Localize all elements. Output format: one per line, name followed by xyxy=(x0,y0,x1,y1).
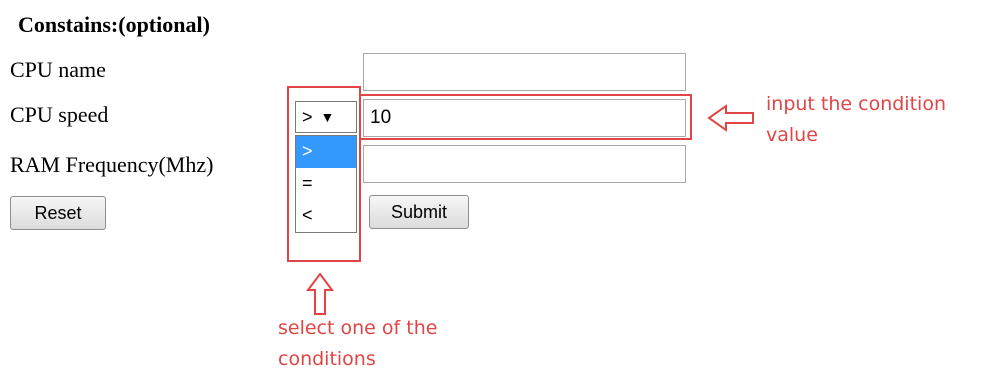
cpu-name-label: CPU name xyxy=(10,57,106,82)
select-condition-note: select one of the conditions xyxy=(278,313,437,375)
input-highlight-box xyxy=(359,94,692,140)
cpu-name-input[interactable] xyxy=(363,53,686,91)
ram-frequency-label: RAM Frequency(Mhz) xyxy=(10,152,214,177)
cpu-speed-label: CPU speed xyxy=(10,102,109,127)
input-note-line2: value xyxy=(766,124,818,146)
submit-button[interactable]: Submit xyxy=(369,195,469,229)
ram-frequency-input[interactable] xyxy=(363,145,686,183)
select-note-line1: select one of the xyxy=(278,317,438,339)
input-note-line1: input the condition xyxy=(766,93,946,115)
left-arrow-icon xyxy=(707,104,754,132)
reset-button[interactable]: Reset xyxy=(10,196,106,230)
select-highlight-box xyxy=(287,86,361,262)
up-arrow-icon xyxy=(306,272,334,315)
select-note-line2: conditions xyxy=(278,348,376,370)
form-heading: Constains:(optional) xyxy=(18,12,210,37)
input-condition-note: input the condition value xyxy=(766,89,946,151)
